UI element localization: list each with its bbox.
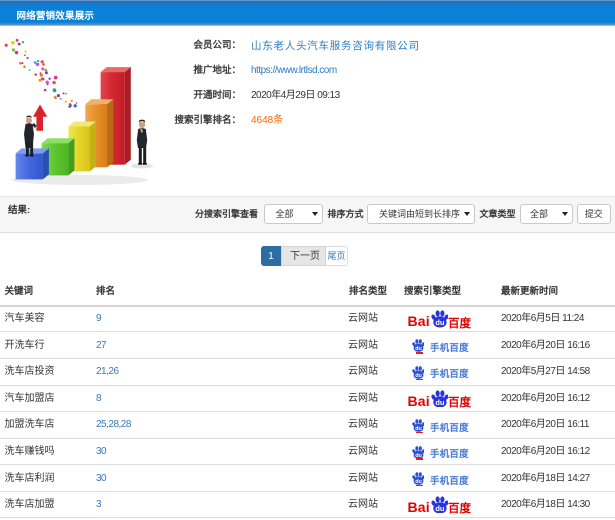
- svg-text:du: du: [435, 398, 445, 407]
- svg-text:du: du: [435, 504, 445, 513]
- svg-text:du: du: [435, 318, 445, 327]
